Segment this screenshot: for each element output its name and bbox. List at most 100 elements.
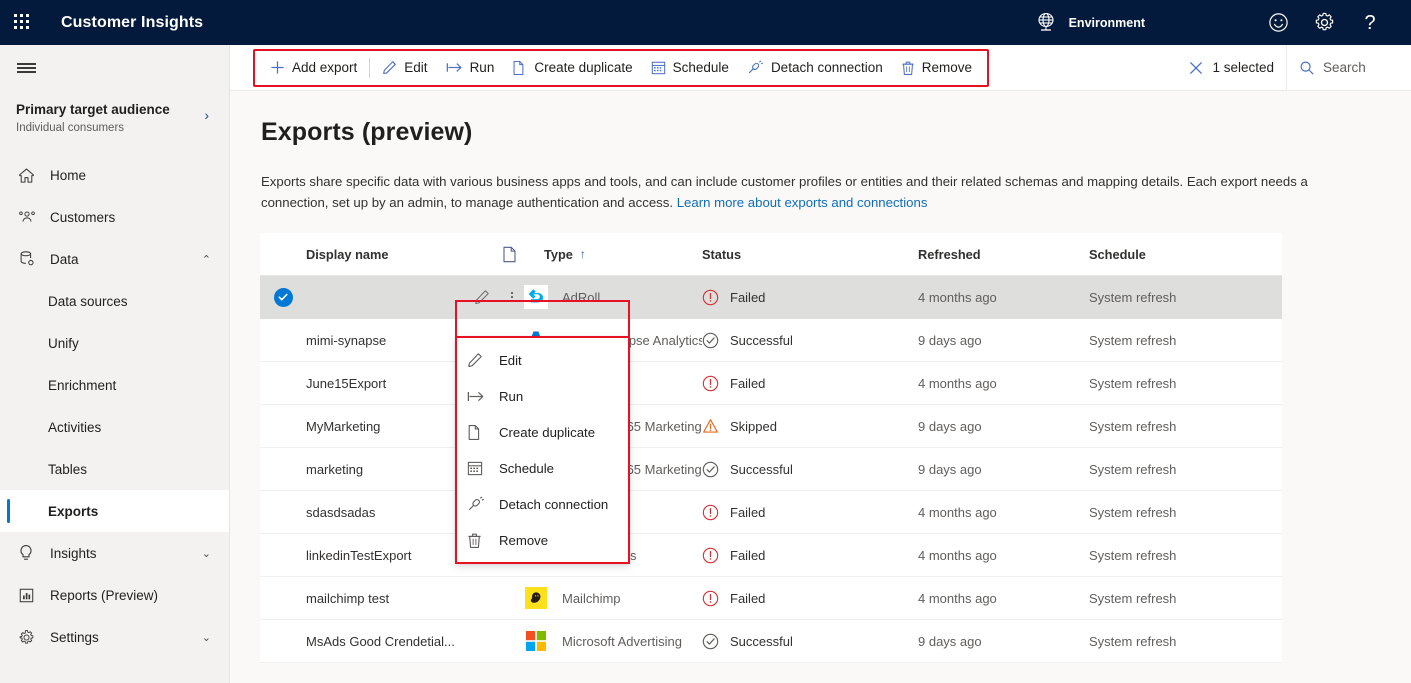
row-more-options-icon[interactable] (502, 289, 522, 305)
chevron-down-icon: ⌄ (201, 631, 211, 644)
table-row[interactable]: marketing Dynamics 365 Marketing (Out Su… (260, 448, 1282, 491)
cell-refreshed: 4 months ago (918, 590, 997, 606)
table-row[interactable]: mimi-synapse Azure Synapse Analytics Suc… (260, 319, 1282, 362)
sort-ascending-icon: ↑ (579, 247, 586, 261)
app-launcher-icon[interactable] (0, 0, 44, 45)
error-icon (702, 590, 719, 607)
top-bar-right-group: Environment ? (1033, 0, 1411, 45)
command-bar-right-group: 1 selected (1176, 44, 1411, 91)
add-export-button[interactable]: Add export (261, 51, 366, 85)
display-name-label: mailchimp test (306, 590, 390, 606)
calendar-icon (467, 460, 491, 476)
sidebar-item-customers[interactable]: Customers (0, 196, 229, 238)
cell-refreshed: 4 months ago (918, 375, 997, 391)
audience-subtitle: Individual consumers (16, 122, 125, 134)
column-header-display-name[interactable]: Display name (306, 247, 502, 262)
table-row[interactable]: mailchimp test Mailchimp Failed 4 months… (260, 577, 1282, 620)
search-icon (1299, 60, 1315, 76)
sidebar-item-label: Tables (48, 461, 88, 477)
help-question-icon[interactable]: ? (1347, 0, 1393, 45)
edit-button[interactable]: Edit (373, 51, 436, 85)
cell-refreshed: 9 days ago (918, 418, 982, 434)
environment-selector[interactable]: Environment (1033, 10, 1145, 36)
search-input[interactable] (1323, 60, 1393, 75)
schedule-button[interactable]: Schedule (642, 51, 738, 85)
sidebar-nav: Home Customers Data ⌃ Data sources Unify… (0, 154, 229, 658)
cell-refreshed: 4 months ago (918, 547, 997, 563)
context-menu-label: Create duplicate (499, 424, 596, 440)
success-icon (702, 633, 719, 650)
table-row[interactable]: sdasdsadas Failed 4 months ago System re… (260, 491, 1282, 534)
checkbox-checked-icon (273, 287, 293, 307)
type-label: Mailchimp (562, 590, 621, 606)
sidebar-item-home[interactable]: Home (0, 154, 229, 196)
chevron-right-icon: › (204, 107, 209, 123)
cell-schedule: System refresh (1089, 633, 1177, 649)
type-label: AdRoll (562, 289, 601, 305)
schedule-label: Schedule (672, 60, 729, 75)
cell-type: AdRoll (502, 285, 702, 309)
table-row[interactable]: linkedinTestExport LinkedIn Ads (260, 534, 1282, 577)
error-icon (702, 289, 719, 306)
status-label: Successful (730, 633, 793, 649)
row-edit-pencil-icon[interactable] (474, 289, 502, 305)
status-label: Failed (730, 375, 766, 391)
sidebar-item-data-sources[interactable]: Data sources (0, 280, 229, 322)
run-button[interactable]: Run (437, 51, 504, 85)
cell-schedule: System refresh (1089, 590, 1177, 606)
selected-count-label: 1 selected (1212, 60, 1274, 75)
sidebar-item-label: Data sources (48, 293, 128, 309)
sidebar-item-reports[interactable]: Reports (Preview) (0, 574, 229, 616)
context-menu-item-schedule[interactable]: Schedule (457, 450, 628, 486)
context-menu-item-edit[interactable]: Edit (457, 342, 628, 378)
sidebar-item-unify[interactable]: Unify (0, 322, 229, 364)
main-content: Exports (preview) Exports share specific… (230, 91, 1411, 683)
sidebar-item-insights[interactable]: Insights ⌄ (0, 532, 229, 574)
table-row[interactable]: MyMarketing Dynamics 365 Marketing (Out … (260, 405, 1282, 448)
detach-connection-button[interactable]: Detach connection (738, 51, 892, 85)
context-menu-item-create-duplicate[interactable]: Create duplicate (457, 414, 628, 450)
sidebar-item-enrichment[interactable]: Enrichment (0, 364, 229, 406)
environment-label: Environment (1068, 15, 1145, 30)
page-description: Exports share specific data with various… (230, 147, 1390, 213)
settings-gear-icon[interactable] (1301, 0, 1347, 45)
remove-button[interactable]: Remove (892, 51, 981, 85)
learn-more-link[interactable]: Learn more about exports and connections (677, 195, 928, 210)
audience-title: Primary target audience (16, 102, 170, 117)
row-checkbox[interactable] (260, 287, 306, 307)
sidebar-item-label: Unify (48, 335, 79, 351)
database-icon (18, 250, 40, 268)
context-menu-item-remove[interactable]: Remove (457, 522, 628, 558)
column-header-type[interactable]: Type ↑ (502, 246, 702, 263)
sidebar-item-label: Customers (50, 209, 116, 225)
sidebar-item-label: Home (50, 167, 87, 183)
column-header-status[interactable]: Status (702, 247, 918, 262)
primary-target-audience-selector[interactable]: Primary target audience Individual consu… (0, 91, 229, 148)
cell-schedule: System refresh (1089, 504, 1177, 520)
sidebar-item-tables[interactable]: Tables (0, 448, 229, 490)
sidebar-item-settings[interactable]: Settings ⌄ (0, 616, 229, 658)
sidebar-item-activities[interactable]: Activities (0, 406, 229, 448)
search-box[interactable] (1286, 44, 1411, 91)
table-row[interactable]: MsAds Good Crendetial... Microsoft Adver… (260, 620, 1282, 663)
context-menu-item-run[interactable]: Run (457, 378, 628, 414)
table-row[interactable]: June15Export Failed 4 months ago System … (260, 362, 1282, 405)
left-sidebar: Primary target audience Individual consu… (0, 45, 230, 683)
nav-toggle-icon[interactable] (2, 45, 50, 91)
create-duplicate-button[interactable]: Create duplicate (503, 51, 641, 85)
status-label: Failed (730, 289, 766, 305)
display-name-label: MsAds Good Crendetial... (306, 633, 455, 649)
cell-schedule: System refresh (1089, 375, 1177, 391)
report-chart-icon (18, 587, 40, 604)
sidebar-item-data[interactable]: Data ⌃ (0, 238, 229, 280)
table-row[interactable]: AdRoll Failed 4 months ago System refres… (260, 276, 1282, 319)
cell-schedule: System refresh (1089, 418, 1177, 434)
error-icon (702, 547, 719, 564)
feedback-smiley-icon[interactable] (1255, 0, 1301, 45)
sidebar-item-exports[interactable]: Exports (0, 490, 229, 532)
clear-selection-button[interactable]: 1 selected (1176, 60, 1286, 76)
column-header-schedule[interactable]: Schedule (1089, 247, 1269, 262)
sidebar-item-label: Settings (50, 629, 99, 645)
context-menu-item-detach-connection[interactable]: Detach connection (457, 486, 628, 522)
column-header-refreshed[interactable]: Refreshed (918, 247, 1089, 262)
